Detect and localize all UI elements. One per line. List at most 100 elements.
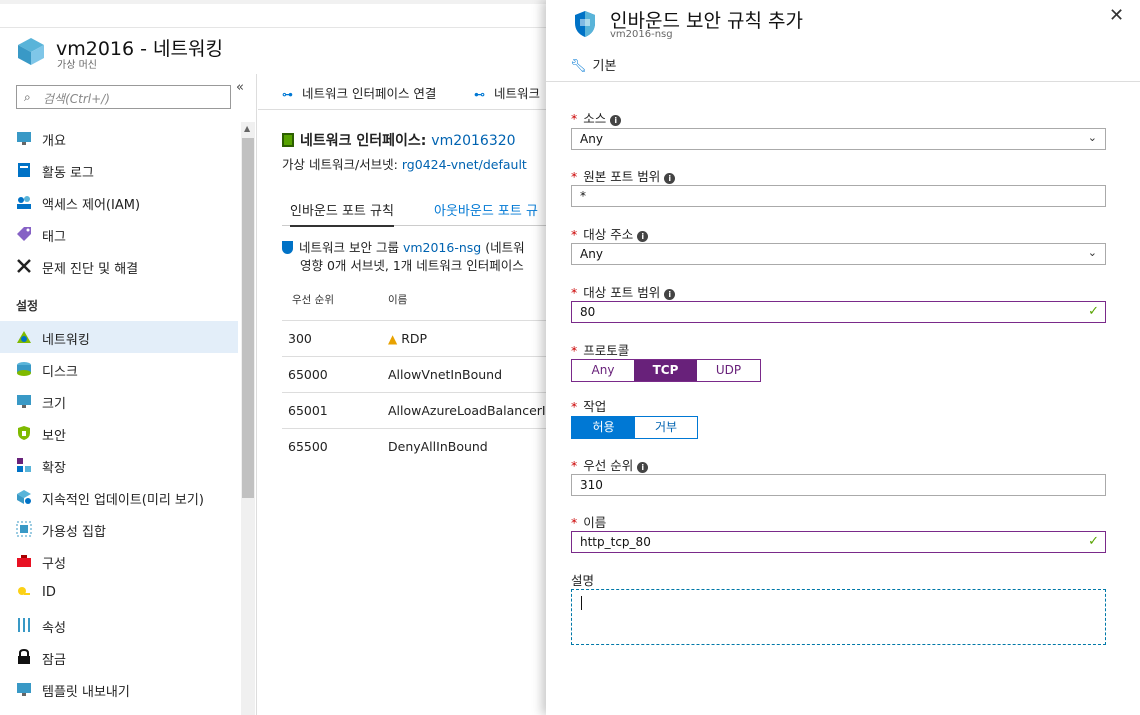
sidebar-item-configuration[interactable]: 구성 xyxy=(0,545,238,577)
warning-icon: ▲ xyxy=(388,332,398,346)
sidebar-item-activity-log[interactable]: 활동 로그 xyxy=(0,154,238,186)
sidebar-item-label: 디스크 xyxy=(42,365,78,380)
protocol-option-any[interactable]: Any xyxy=(572,360,634,381)
dest-port-label: * 대상 포트 범위 i xyxy=(571,282,676,301)
shield-icon xyxy=(575,11,595,37)
sidebar-item-label: 크기 xyxy=(42,397,66,412)
lock-icon xyxy=(18,649,30,664)
sidebar-item-disks[interactable]: 디스크 xyxy=(0,353,238,385)
source-label: * 소스 i xyxy=(571,108,622,127)
protocol-option-udp[interactable]: UDP xyxy=(697,360,760,381)
sidebar-item-overview[interactable]: 개요 xyxy=(0,122,238,154)
table-row[interactable]: 65500 DenyAllInBound xyxy=(282,428,546,464)
info-icon[interactable]: i xyxy=(664,173,676,184)
sidebar-item-security[interactable]: 보안 xyxy=(0,417,238,449)
virtual-machine-icon xyxy=(18,38,44,65)
attach-nic-label: 네트워크 인터페이스 연결 xyxy=(301,86,437,101)
name-input[interactable]: http_tcp_80 ✓ xyxy=(571,531,1106,553)
destination-label: * 대상 주소 i xyxy=(571,224,649,243)
scrollbar-thumb[interactable] xyxy=(242,138,254,498)
info-icon[interactable]: i xyxy=(610,115,622,126)
dest-port-value: 80 xyxy=(580,305,596,319)
extensions-icon xyxy=(17,458,31,472)
tab-outbound-rules[interactable]: 아웃바운드 포트 규 xyxy=(434,200,538,225)
priority-input[interactable]: 310 xyxy=(571,474,1106,496)
action-label-text: 작업 xyxy=(583,399,607,414)
dest-port-label-text: 대상 포트 범위 xyxy=(583,285,661,300)
action-selector: 허용 거부 xyxy=(571,416,698,439)
info-icon[interactable]: i xyxy=(637,462,649,473)
identity-icon xyxy=(18,587,30,595)
protocol-label: * 프로토콜 xyxy=(571,340,629,359)
tab-inbound-rules[interactable]: 인바운드 포트 규칙 xyxy=(290,200,394,227)
sidebar-item-tags[interactable]: 태그 xyxy=(0,218,238,250)
size-icon xyxy=(17,395,31,408)
action-label: * 작업 xyxy=(571,396,606,415)
disk-icon xyxy=(17,362,31,376)
sidebar-item-extensions[interactable]: 확장 xyxy=(0,449,238,481)
sidebar-item-label: 보안 xyxy=(42,429,66,444)
nsg-link[interactable]: vm2016-nsg xyxy=(403,240,481,255)
sidebar-item-size[interactable]: 크기 xyxy=(0,385,238,417)
blade-header: vm2016 - 네트워킹 가상 머신 xyxy=(0,28,546,74)
table-row[interactable]: 65000 AllowVnetInBound xyxy=(282,356,546,392)
section-settings: 설정 xyxy=(16,299,39,313)
sidebar-item-export-template[interactable]: 템플릿 내보내기 xyxy=(0,673,238,705)
table-row[interactable]: 65001 AllowAzureLoadBalancerInBound xyxy=(282,392,546,428)
security-icon xyxy=(18,426,30,440)
table-row[interactable]: 300 ▲ RDP xyxy=(282,320,546,356)
sidebar-item-locks[interactable]: 잠금 xyxy=(0,641,238,673)
column-name[interactable]: 이름 xyxy=(388,292,407,307)
tag-icon xyxy=(17,227,31,241)
attach-nic-button[interactable]: ⊶ 네트워크 인터페이스 연결 xyxy=(282,83,436,102)
action-option-deny[interactable]: 거부 xyxy=(635,417,697,438)
sidebar-item-availability-set[interactable]: 가용성 집합 xyxy=(0,513,238,545)
nsg-label: 네트워크 보안 그룹 xyxy=(299,240,399,255)
action-option-allow[interactable]: 허용 xyxy=(572,417,635,438)
sidebar-scrollbar[interactable]: ▲ xyxy=(241,122,255,715)
info-icon[interactable]: i xyxy=(664,289,676,300)
column-priority[interactable]: 우선 순위 xyxy=(292,292,334,307)
destination-dropdown[interactable]: Any ⌄ xyxy=(571,243,1106,265)
basic-mode-label: 기본 xyxy=(592,59,617,74)
required-marker: * xyxy=(571,458,578,473)
source-dropdown[interactable]: Any ⌄ xyxy=(571,128,1106,150)
sidebar-item-identity[interactable]: ID xyxy=(0,577,238,609)
source-port-input[interactable]: * xyxy=(571,185,1106,207)
sidebar-item-continuous-update[interactable]: 지속적인 업데이트(미리 보기) xyxy=(0,481,238,513)
destination-label-text: 대상 주소 xyxy=(583,227,634,242)
row-name-text: RDP xyxy=(401,331,428,346)
subnet-link[interactable]: rg0424-vnet/default xyxy=(402,157,527,172)
activity-log-icon xyxy=(18,163,30,177)
priority-label-text: 우선 순위 xyxy=(583,458,634,473)
collapse-menu-button[interactable]: « xyxy=(236,80,244,95)
description-textarea[interactable] xyxy=(571,589,1106,645)
nic-link[interactable]: vm2016320 xyxy=(431,133,515,149)
sidebar-item-label: 활동 로그 xyxy=(42,166,94,181)
sidebar-item-networking[interactable]: 네트워킹 xyxy=(0,321,238,353)
nic-label: 네트워크 인터페이스: xyxy=(300,133,427,149)
name-label-text: 이름 xyxy=(583,515,607,530)
wrench-icon: 🔧︎ xyxy=(570,59,587,74)
dest-port-input[interactable]: 80 ✓ xyxy=(571,301,1106,323)
checkmark-icon: ✓ xyxy=(1088,304,1099,319)
source-port-value: * xyxy=(580,189,586,203)
menu-search-input[interactable]: ⌕ 검색(Ctrl+/) xyxy=(16,85,231,109)
basic-mode-button[interactable]: 🔧︎ 기본 xyxy=(570,55,616,74)
command-bar: ⊶ 네트워크 인터페이스 연결 ⊷ 네트워크 xyxy=(258,74,546,110)
scroll-up-icon[interactable]: ▲ xyxy=(244,124,250,133)
info-icon[interactable]: i xyxy=(637,231,649,242)
close-icon[interactable]: ✕ xyxy=(1109,5,1124,26)
row-priority: 65001 xyxy=(288,403,328,418)
sidebar-item-diagnose[interactable]: 문제 진단 및 해결 xyxy=(0,250,238,282)
resource-menu: « ⌕ 검색(Ctrl+/) 개요 활동 로그 액세스 제어(IAM) 태그 문… xyxy=(0,74,257,715)
sidebar-item-properties[interactable]: 속성 xyxy=(0,609,238,641)
source-port-label: * 원본 포트 범위 i xyxy=(571,166,676,185)
continuous-update-icon xyxy=(17,490,31,504)
required-marker: * xyxy=(571,515,578,530)
detach-nic-button[interactable]: ⊷ 네트워크 xyxy=(474,83,540,102)
detach-nic-label: 네트워크 xyxy=(493,86,540,101)
wrench-icon xyxy=(17,259,31,273)
protocol-option-tcp[interactable]: TCP xyxy=(634,360,697,381)
sidebar-item-iam[interactable]: 액세스 제어(IAM) xyxy=(0,186,238,218)
